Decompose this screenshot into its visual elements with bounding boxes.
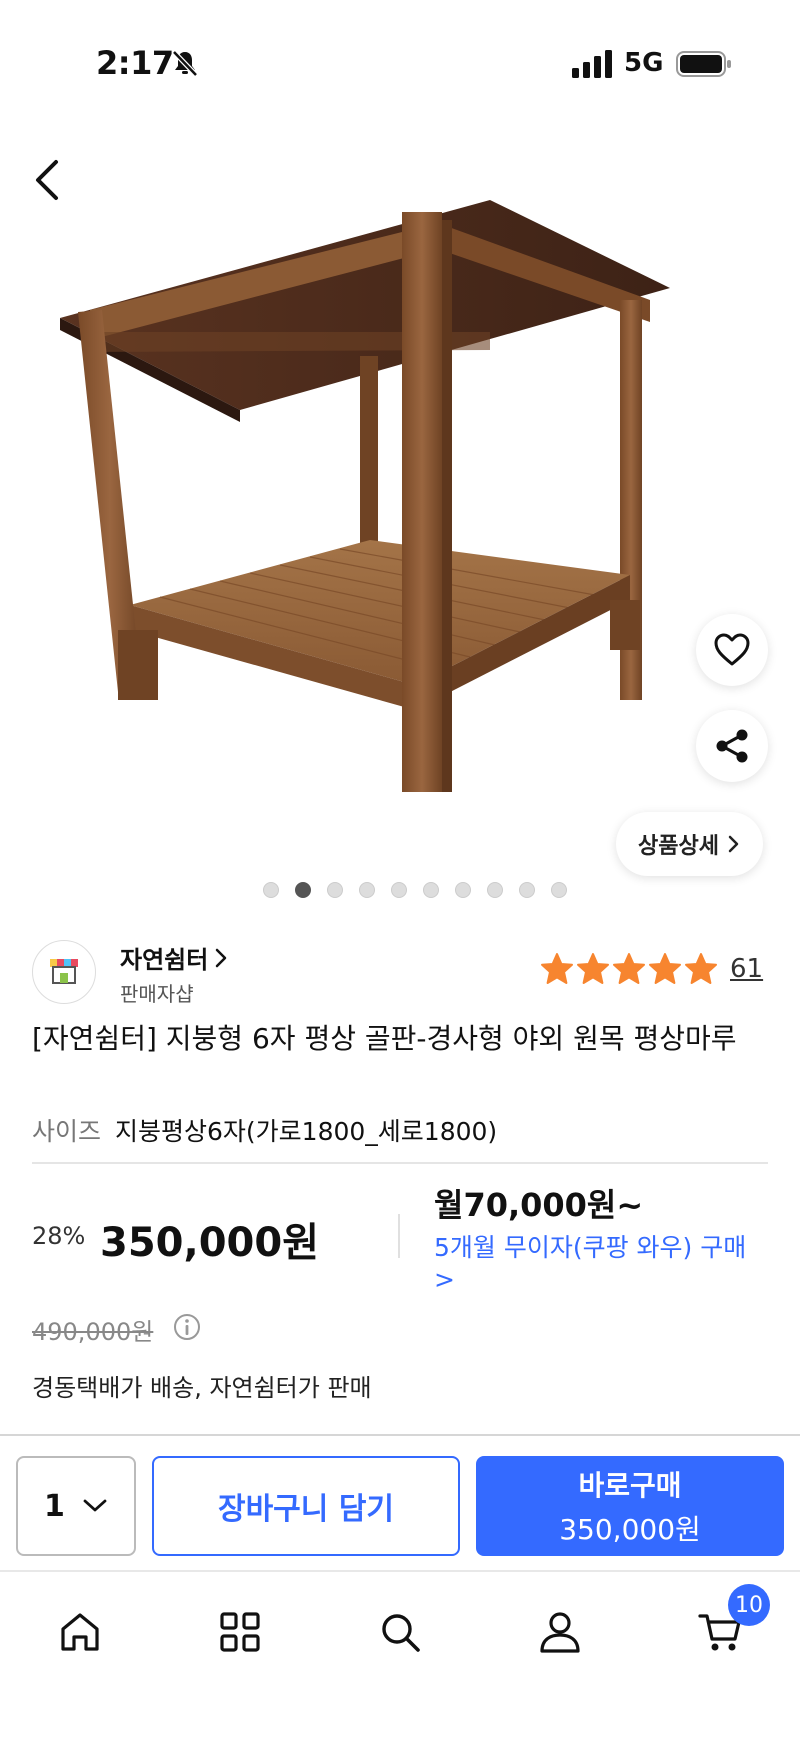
buy-now-button[interactable]: 바로구매 350,000원 (476, 1456, 784, 1556)
rating[interactable]: 61 (540, 952, 763, 986)
carousel-dot[interactable] (391, 882, 407, 898)
carousel-dot[interactable] (423, 882, 439, 898)
home-icon (61, 1613, 99, 1651)
network-label: 5G (624, 48, 664, 78)
star-icon (649, 953, 681, 984)
carousel-dot[interactable] (487, 882, 503, 898)
person-icon (540, 1612, 580, 1653)
grid-icon (220, 1612, 260, 1652)
tab-categories[interactable] (210, 1602, 270, 1662)
carousel-dot[interactable] (327, 882, 343, 898)
back-icon[interactable] (26, 148, 70, 208)
tab-bar: 10 (0, 1570, 800, 1740)
seller-subtitle: 판매자샵 (120, 982, 194, 1006)
star-icon (577, 953, 609, 984)
seller-logo[interactable] (32, 940, 96, 1004)
carousel-dot[interactable] (551, 882, 567, 898)
review-count[interactable]: 61 (730, 954, 763, 984)
quantity-select[interactable]: 1 (16, 1456, 136, 1556)
discount-rate: 28% (32, 1222, 86, 1250)
product-image (60, 200, 670, 792)
seller-name-link[interactable]: 자연쉼터 (120, 940, 228, 975)
carousel-dot[interactable] (359, 882, 375, 898)
rating-stars (540, 952, 718, 986)
search-icon (382, 1614, 420, 1652)
buy-now-label: 바로구매 (578, 1469, 682, 1502)
carousel-dot[interactable] (519, 882, 535, 898)
purchase-bar: 1 장바구니 담기 바로구매 350,000원 (0, 1434, 800, 1570)
divider (32, 1162, 768, 1164)
tab-search[interactable] (370, 1602, 430, 1662)
product-title: [자연쉼터] 지붕형 6자 평상 골판-경사형 야외 원목 평상마루 (32, 1022, 737, 1055)
carousel-dot[interactable] (263, 882, 279, 898)
info-icon[interactable] (172, 1312, 202, 1342)
bell-off-icon (172, 50, 198, 77)
add-to-cart-button[interactable]: 장바구니 담기 (152, 1456, 460, 1556)
star-icon (613, 953, 645, 984)
sale-price: 350,000원 (100, 1220, 319, 1266)
original-price: 490,000원 (32, 1318, 154, 1346)
share-icon (716, 729, 748, 763)
option-value: 지붕평상6자(가로1800_세로1800) (115, 1117, 498, 1146)
tab-my-account[interactable] (530, 1602, 590, 1662)
status-bar: 2:17 5G (0, 0, 800, 120)
buy-now-price: 350,000원 (559, 1513, 701, 1546)
share-button[interactable] (696, 710, 768, 782)
product-detail-label: 상품상세 (638, 834, 719, 859)
chevron-right-icon (728, 835, 739, 853)
seller-name: 자연쉼터 (120, 946, 209, 974)
star-icon (541, 953, 573, 984)
carousel-dot[interactable] (295, 882, 311, 898)
price-divider (398, 1214, 400, 1258)
star-icon (685, 953, 717, 984)
monthly-price: 월70,000원~ (434, 1186, 644, 1224)
chevron-down-icon (83, 1499, 107, 1512)
cart-badge: 10 (728, 1584, 770, 1626)
heart-icon (714, 633, 750, 666)
option-row[interactable]: 사이즈 지붕평상6자(가로1800_세로1800) (32, 1112, 497, 1148)
carousel-dot[interactable] (455, 882, 471, 898)
signal-icon (572, 50, 612, 78)
status-time: 2:17 (96, 44, 174, 82)
product-detail-button[interactable]: 상품상세 (616, 812, 763, 876)
tab-home[interactable] (50, 1602, 110, 1662)
product-image-carousel[interactable]: 상품상세 (0, 120, 800, 900)
chevron-right-icon (216, 948, 227, 967)
option-label: 사이즈 (32, 1117, 102, 1146)
battery-icon (676, 51, 731, 77)
quantity-value: 1 (44, 1488, 65, 1524)
shipping-info: 경동택배가 배송, 자연쉼터가 판매 (32, 1374, 372, 1402)
store-icon (50, 959, 78, 984)
wishlist-button[interactable] (696, 614, 768, 686)
carousel-indicator (0, 882, 800, 898)
installment-link[interactable]: 5개월 무이자(쿠팡 와우) 구매 > (434, 1232, 764, 1296)
